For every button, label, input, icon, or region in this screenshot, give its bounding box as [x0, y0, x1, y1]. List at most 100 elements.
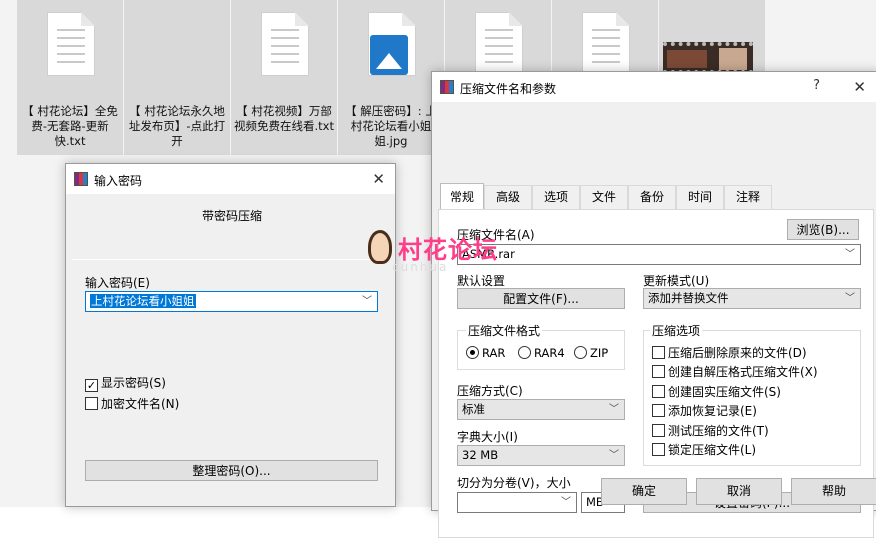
organize-passwords-button[interactable]: 整理密码(O)...	[85, 460, 378, 481]
browse-button[interactable]: 浏览(B)...	[787, 219, 859, 240]
cancel-button[interactable]: 取消	[696, 478, 782, 505]
desktop-file-item[interactable]: 【 村花视频】万部视频免费在线看.txt	[231, 0, 337, 155]
format-rar-radio[interactable]: RAR	[466, 346, 505, 360]
format-group: 压缩文件格式 RAR RAR4 ZIP	[457, 322, 625, 370]
tab-files[interactable]: 文件	[580, 185, 628, 209]
update-mode-label: 更新模式(U)	[643, 274, 710, 288]
password-dialog-titlebar: 输入密码 ✕	[66, 164, 395, 194]
password-dialog-heading: 带密码压缩	[202, 209, 263, 223]
checkbox-box	[652, 424, 665, 437]
option-test-checkbox[interactable]: 测试压缩的文件(T)	[652, 424, 769, 438]
desktop-file-item[interactable]: ↗ 【 村花论坛永久地址发布页】-点此打开	[124, 0, 318, 155]
option-label: 创建固实压缩文件(S)	[668, 385, 781, 399]
format-zip-label: ZIP	[590, 346, 609, 360]
tab-comment[interactable]: 注释	[724, 185, 772, 209]
chevron-down-icon: ﹀	[609, 450, 619, 461]
checkbox-box	[652, 385, 665, 398]
checkbox-box	[652, 365, 665, 378]
option-delete-after-checkbox[interactable]: 压缩后删除原来的文件(D)	[652, 346, 807, 360]
method-label: 压缩方式(C)	[457, 384, 523, 398]
option-recovery-checkbox[interactable]: 添加恢复记录(E)	[652, 404, 757, 418]
profiles-button[interactable]: 配置文件(F)...	[457, 288, 625, 309]
tab-time[interactable]: 时间	[676, 185, 724, 209]
chevron-down-icon[interactable]: ﹀	[362, 292, 372, 311]
winrar-icon	[440, 80, 454, 94]
options-group-label: 压缩选项	[650, 322, 703, 339]
show-password-checkbox[interactable]: ✓ 显示密码(S)	[85, 376, 166, 392]
archive-dialog-title: 压缩文件名和参数	[460, 82, 557, 96]
radio-icon	[518, 346, 531, 359]
format-zip-radio[interactable]: ZIP	[574, 346, 608, 360]
option-label: 添加恢复记录(E)	[668, 404, 757, 418]
tab-backup[interactable]: 备份	[628, 185, 676, 209]
file-name: 【 村花视频】万部视频免费在线看.txt	[234, 104, 334, 133]
video-thumbnail	[663, 42, 753, 74]
dictionary-select[interactable]: 32 MB ﹀	[457, 445, 625, 466]
option-label: 测试压缩的文件(T)	[668, 424, 769, 438]
checkbox-box	[652, 443, 665, 456]
archive-dialog: 压缩文件名和参数 ? ✕ 常规 高级 选项 文件 备份 时间 注释 压缩文件名(…	[431, 71, 876, 538]
format-group-label: 压缩文件格式	[466, 322, 543, 339]
option-label: 锁定压缩文件(L)	[668, 443, 757, 457]
encrypt-filenames-checkbox[interactable]: 加密文件名(N)	[85, 397, 179, 411]
option-label: 创建自解压格式压缩文件(X)	[668, 365, 818, 379]
text-file-icon	[47, 12, 95, 76]
close-icon[interactable]: ✕	[372, 170, 385, 188]
file-name: 【 村花论坛永久地址发布页】-点此打开	[128, 104, 226, 148]
password-input[interactable]: 上村花论坛看小姐姐 ﹀	[85, 291, 378, 312]
archive-dialog-titlebar: 压缩文件名和参数 ? ✕	[432, 72, 876, 102]
password-dialog-title: 输入密码	[94, 174, 143, 188]
text-file-icon	[582, 12, 630, 76]
split-size-input[interactable]: ﹀	[457, 492, 577, 513]
split-label: 切分为分卷(V)，大小	[457, 476, 571, 490]
winrar-icon	[74, 172, 88, 186]
password-value: 上村花论坛看小姐姐	[90, 294, 196, 308]
option-label: 压缩后删除原来的文件(D)	[668, 346, 807, 360]
text-file-icon	[475, 12, 523, 76]
checkbox-box	[652, 404, 665, 417]
checkbox-check-icon: ✓	[85, 379, 98, 392]
file-name: 【 解压密码】: 上村花论坛看小姐姐.jpg	[345, 104, 437, 148]
tab-advanced[interactable]: 高级	[484, 185, 532, 209]
dictionary-value: 32 MB	[462, 448, 499, 462]
method-value: 标准	[462, 402, 485, 416]
encrypt-filenames-label: 加密文件名(N)	[101, 397, 180, 411]
chevron-down-icon: ﹀	[845, 293, 855, 304]
tab-options[interactable]: 选项	[532, 185, 580, 209]
picture-icon	[370, 35, 408, 75]
option-sfx-checkbox[interactable]: 创建自解压格式压缩文件(X)	[652, 365, 818, 379]
desktop-file-item[interactable]: 【 村花论坛】全免费-无套路-更新快.txt	[17, 0, 123, 155]
show-password-label: 显示密码(S)	[101, 376, 166, 390]
format-rar4-label: RAR4	[534, 346, 565, 360]
text-file-icon	[261, 12, 309, 76]
radio-icon	[574, 346, 587, 359]
close-icon[interactable]: ✕	[853, 78, 866, 96]
help-button[interactable]: 帮助	[791, 478, 876, 505]
divider	[72, 259, 390, 260]
chevron-down-icon[interactable]: ﹀	[561, 493, 571, 512]
radio-selected-icon	[466, 346, 479, 359]
format-rar-label: RAR	[482, 346, 506, 360]
ok-button[interactable]: 确定	[601, 478, 687, 505]
watermark: 村花论坛 cunhua	[362, 228, 522, 283]
update-mode-select[interactable]: 添加并替换文件 ﹀	[643, 288, 861, 309]
checkbox-box	[85, 397, 98, 410]
option-lock-checkbox[interactable]: 锁定压缩文件(L)	[652, 443, 756, 457]
password-label: 输入密码(E)	[85, 276, 150, 290]
chevron-down-icon[interactable]: ﹀	[845, 245, 855, 264]
desktop-file-item[interactable]: 【 解压密码】: 上村花论坛看小姐姐.jpg	[338, 0, 444, 155]
chevron-down-icon: ﹀	[609, 404, 619, 415]
checkbox-box	[652, 346, 665, 359]
update-mode-value: 添加并替换文件	[648, 291, 729, 305]
tab-general[interactable]: 常规	[440, 183, 484, 209]
format-rar4-radio[interactable]: RAR4	[518, 346, 565, 360]
password-dialog: 输入密码 ✕ 带密码压缩 输入密码(E) 上村花论坛看小姐姐 ﹀ ✓ 显示密码(S…	[65, 163, 396, 507]
file-name: 【 村花论坛】全免费-无套路-更新快.txt	[22, 104, 118, 148]
method-select[interactable]: 标准 ﹀	[457, 399, 625, 420]
help-icon[interactable]: ?	[813, 78, 820, 93]
option-solid-checkbox[interactable]: 创建固实压缩文件(S)	[652, 385, 781, 399]
cartoon-girl-icon	[368, 230, 392, 264]
options-group: 压缩选项 压缩后删除原来的文件(D) 创建自解压格式压缩文件(X) 创建固实压缩…	[643, 322, 861, 466]
dictionary-label: 字典大小(I)	[457, 430, 518, 444]
watermark-subtext: cunhua	[392, 260, 449, 274]
